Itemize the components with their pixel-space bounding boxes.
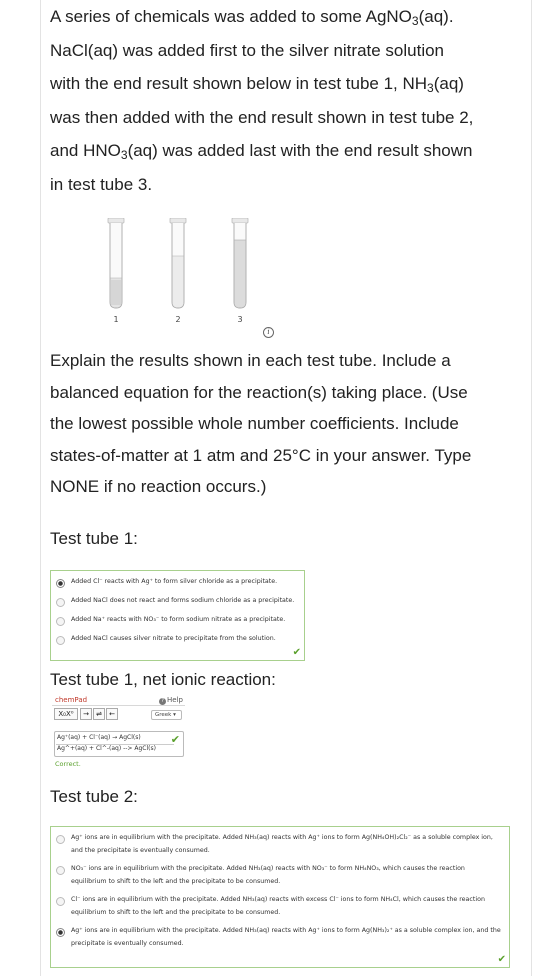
choice-text: Ag⁺ ions are in equilibrium with the pre… [71,834,493,854]
radio-button[interactable] [56,617,65,626]
explain-text: Explain the results shown in each test t… [50,345,525,503]
tube-label-3: 3 [237,315,243,324]
help-button[interactable]: ? Help [159,696,183,705]
tube1-choice-2[interactable]: Added NaCl does not react and forms sodi… [56,597,294,608]
chempad-title: chemPad [55,696,88,704]
question-line-6: in test tube 3. [50,174,153,194]
tube2-choice-1[interactable]: Ag⁺ ions are in equilibrium with the pre… [56,834,493,857]
arrow-button[interactable]: → [80,708,92,720]
tube1-choice-4[interactable]: Added NaCl causes silver nitrate to prec… [56,635,276,646]
radio-button[interactable] [56,897,65,906]
test-tube-figure: 1 2 3 [95,218,285,328]
answer-input[interactable]: Ag⁺(aq) + Cl⁻(aq) → AgCl(s) Ag^+(aq) + C… [54,731,184,757]
subscript-superscript-button[interactable]: X₀X⁰ [54,708,78,720]
explain-line-3: the lowest possible whole number coeffic… [50,414,459,434]
radio-button[interactable] [56,636,65,645]
correct-check-icon: ✔ [497,954,506,965]
radio-button[interactable] [56,598,65,607]
question-line-3: with the end result shown below in test … [50,74,464,95]
tube1-label: Test tube 1: [50,529,138,548]
question-text: A series of chemicals was added to some … [50,0,525,201]
test-tube-2 [169,218,187,310]
tube2-label: Test tube 2: [50,787,138,806]
choice-text: Added NaCl does not react and forms sodi… [71,597,295,604]
choice-text: Cl⁻ ions are in equilibrium with the pre… [71,896,485,916]
equilibrium-arrow-button[interactable]: ⇌ [93,708,105,720]
toolbar-divider [52,705,185,706]
tube-label-1: 1 [113,315,119,324]
choice-text: Added NaCl causes silver nitrate to prec… [71,635,276,642]
page-border-left [40,0,41,976]
chempad-editor: chemPad ? Help X₀X⁰ → ⇌ ← Greek ▾ Ag⁺(aq)… [52,694,185,772]
page-border-right [531,0,532,976]
correct-label: Correct. [55,760,81,768]
correct-check-icon: ✔ [170,733,180,746]
tube2-choice-4[interactable]: Ag⁺ ions are in equilibrium with the pre… [56,927,501,950]
net-ionic-label: Test tube 1, net ionic reaction: [50,670,276,689]
explain-line-2: balanced equation for the reaction(s) ta… [50,382,468,402]
correct-check-icon: ✔ [292,647,301,658]
explain-line-4: states-of-matter at 1 atm and 25°C in yo… [50,445,472,465]
radio-button[interactable] [56,866,65,875]
help-icon: ? [159,698,167,705]
tube2-choice-group: Ag⁺ ions are in equilibrium with the pre… [50,826,510,968]
answer-rendered: Ag⁺(aq) + Cl⁻(aq) → AgCl(s) [57,734,141,741]
answer-raw-text: Ag^+(aq) + Cl^-(aq) --> AgCl(s) [57,745,156,752]
tube2-choice-2[interactable]: NO₃⁻ ions are in equilibrium with the pr… [56,865,465,888]
tube1-choice-1[interactable]: Added Cl⁻ reacts with Ag⁺ to form silver… [56,578,277,589]
choice-text: Added Na⁺ reacts with NO₃⁻ to form sodiu… [71,616,286,623]
tube2-choice-3[interactable]: Cl⁻ ions are in equilibrium with the pre… [56,896,485,919]
tube1-choice-3[interactable]: Added Na⁺ reacts with NO₃⁻ to form sodiu… [56,616,285,627]
radio-selected[interactable] [56,579,65,588]
question-line-1: A series of chemicals was added to some … [50,7,454,28]
back-arrow-button[interactable]: ← [106,708,118,720]
radio-selected[interactable] [56,928,65,937]
radio-button[interactable] [56,835,65,844]
tube1-choice-group: Added Cl⁻ reacts with Ag⁺ to form silver… [50,570,305,661]
question-line-5: and HNO3(aq) was added last with the end… [50,141,473,162]
test-tube-1 [107,218,125,310]
explain-line-5: NONE if no reaction occurs.) [50,477,267,497]
help-label: Help [167,696,183,704]
info-icon[interactable]: i [263,327,274,338]
question-line-4: was then added with the end result shown… [50,107,474,127]
tube-label-2: 2 [175,315,181,324]
choice-text: Ag⁺ ions are in equilibrium with the pre… [71,927,501,947]
greek-dropdown[interactable]: Greek ▾ [151,710,182,720]
question-line-2: NaCl(aq) was added first to the silver n… [50,40,445,60]
explain-line-1: Explain the results shown in each test t… [50,351,451,370]
test-tube-3 [231,218,249,310]
choice-text: Added Cl⁻ reacts with Ag⁺ to form silver… [71,578,278,585]
choice-text: NO₃⁻ ions are in equilibrium with the pr… [71,865,465,885]
